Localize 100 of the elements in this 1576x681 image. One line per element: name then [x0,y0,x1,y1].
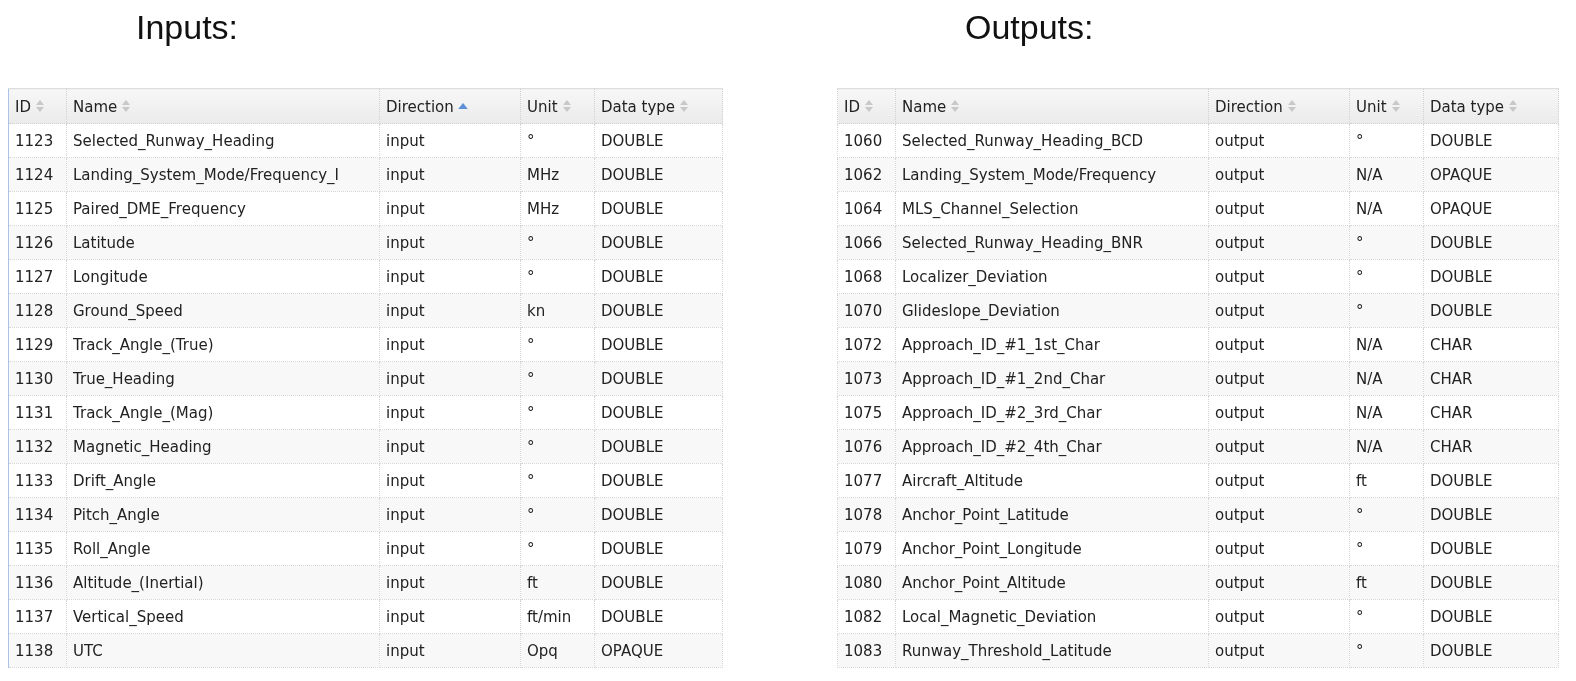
table-cell: 1126 [8,225,67,260]
table-cell: input [379,599,521,634]
table-cell: output [1208,123,1350,158]
table-cell: output [1208,395,1350,430]
table-cell: DOUBLE [1423,497,1559,532]
table-cell: DOUBLE [1423,599,1559,634]
table-cell: ° [1349,531,1424,566]
table-cell: DOUBLE [594,429,723,464]
table-cell: ° [1349,497,1424,532]
table-cell: DOUBLE [594,463,723,498]
section-heading: Inputs: [135,7,240,48]
table-cell: DOUBLE [594,599,723,634]
table-cell: DOUBLE [1423,293,1559,328]
table-cell: 1060 [837,123,896,158]
table-cell: input [379,497,521,532]
table-cell: OPAQUE [1423,157,1559,192]
table-cell: input [379,395,521,430]
table-cell: output [1208,565,1350,600]
column-header[interactable]: Direction [379,88,521,124]
table-cell: 1083 [837,633,896,668]
table-cell: DOUBLE [594,395,723,430]
table-cell: DOUBLE [1423,565,1559,600]
table-cell: 1129 [8,327,67,362]
table-cell: CHAR [1423,395,1559,430]
table-cell: Landing_System_Mode/Frequency [895,157,1209,192]
table-cell: output [1208,191,1350,226]
table-cell: DOUBLE [594,361,723,396]
table-cell: 1128 [8,293,67,328]
table-cell: 1072 [837,327,896,362]
table-cell: DOUBLE [594,225,723,260]
table-cell: input [379,633,521,668]
table-cell: ft [1349,565,1424,600]
table-cell: Latitude [66,225,380,260]
table-cell: DOUBLE [1423,463,1559,498]
table-cell: 1064 [837,191,896,226]
table-cell: output [1208,497,1350,532]
table-cell: OPAQUE [1423,191,1559,226]
table-cell: input [379,361,521,396]
table-cell: 1077 [837,463,896,498]
column-header[interactable]: Direction [1208,88,1350,124]
table-cell: ° [1349,599,1424,634]
table-cell: Track_Angle_(True) [66,327,380,362]
table-cell: MLS_Channel_Selection [895,191,1209,226]
table-cell: Local_Magnetic_Deviation [895,599,1209,634]
table-cell: ft/min [520,599,595,634]
table-cell: 1066 [837,225,896,260]
table-cell: output [1208,157,1350,192]
table-cell: Selected_Runway_Heading_BCD [895,123,1209,158]
table-cell: ft [520,565,595,600]
table-cell: Ground_Speed [66,293,380,328]
table-cell: OPAQUE [594,633,723,668]
table-cell: DOUBLE [594,157,723,192]
column-header[interactable]: Unit [1349,88,1424,124]
table-cell: 1127 [8,259,67,294]
table-cell: 1130 [8,361,67,396]
table-cell: 1135 [8,531,67,566]
table-cell: DOUBLE [1423,225,1559,260]
table-cell: DOUBLE [1423,123,1559,158]
table-cell: Opq [520,633,595,668]
column-header[interactable]: Data type [1423,88,1559,124]
table-cell: DOUBLE [594,293,723,328]
table-cell: 1134 [8,497,67,532]
table-cell: ft [1349,463,1424,498]
table-cell: 1138 [8,633,67,668]
table-cell: ° [1349,123,1424,158]
table-cell: Localizer_Deviation [895,259,1209,294]
table-cell: 1125 [8,191,67,226]
column-header[interactable]: Name [66,88,380,124]
table-cell: 1080 [837,565,896,600]
table-cell: DOUBLE [1423,531,1559,566]
table-cell: Anchor_Point_Longitude [895,531,1209,566]
table-cell: output [1208,463,1350,498]
table-cell: N/A [1349,361,1424,396]
table-cell: input [379,327,521,362]
table-cell: input [379,531,521,566]
table-cell: N/A [1349,157,1424,192]
column-header[interactable]: ID [837,88,896,124]
table-cell: Glideslope_Deviation [895,293,1209,328]
table-cell: 1082 [837,599,896,634]
column-header[interactable]: ID [8,88,67,124]
table-cell: ° [1349,225,1424,260]
table-cell: CHAR [1423,361,1559,396]
table-cell: Roll_Angle [66,531,380,566]
column-header[interactable]: Data type [594,88,723,124]
table-cell: Longitude [66,259,380,294]
table-cell: DOUBLE [594,123,723,158]
table-cell: DOUBLE [594,327,723,362]
section-heading: Outputs: [964,7,1095,48]
table-cell: Altitude_(Inertial) [66,565,380,600]
table-cell: ° [520,259,595,294]
table-cell: 1075 [837,395,896,430]
table-cell: Magnetic_Heading [66,429,380,464]
column-header[interactable]: Name [895,88,1209,124]
table-cell: input [379,293,521,328]
table-cell: output [1208,429,1350,464]
column-header[interactable]: Unit [520,88,595,124]
table-cell: MHz [520,191,595,226]
table-cell: Aircraft_Altitude [895,463,1209,498]
table-cell: DOUBLE [594,565,723,600]
table-cell: N/A [1349,395,1424,430]
